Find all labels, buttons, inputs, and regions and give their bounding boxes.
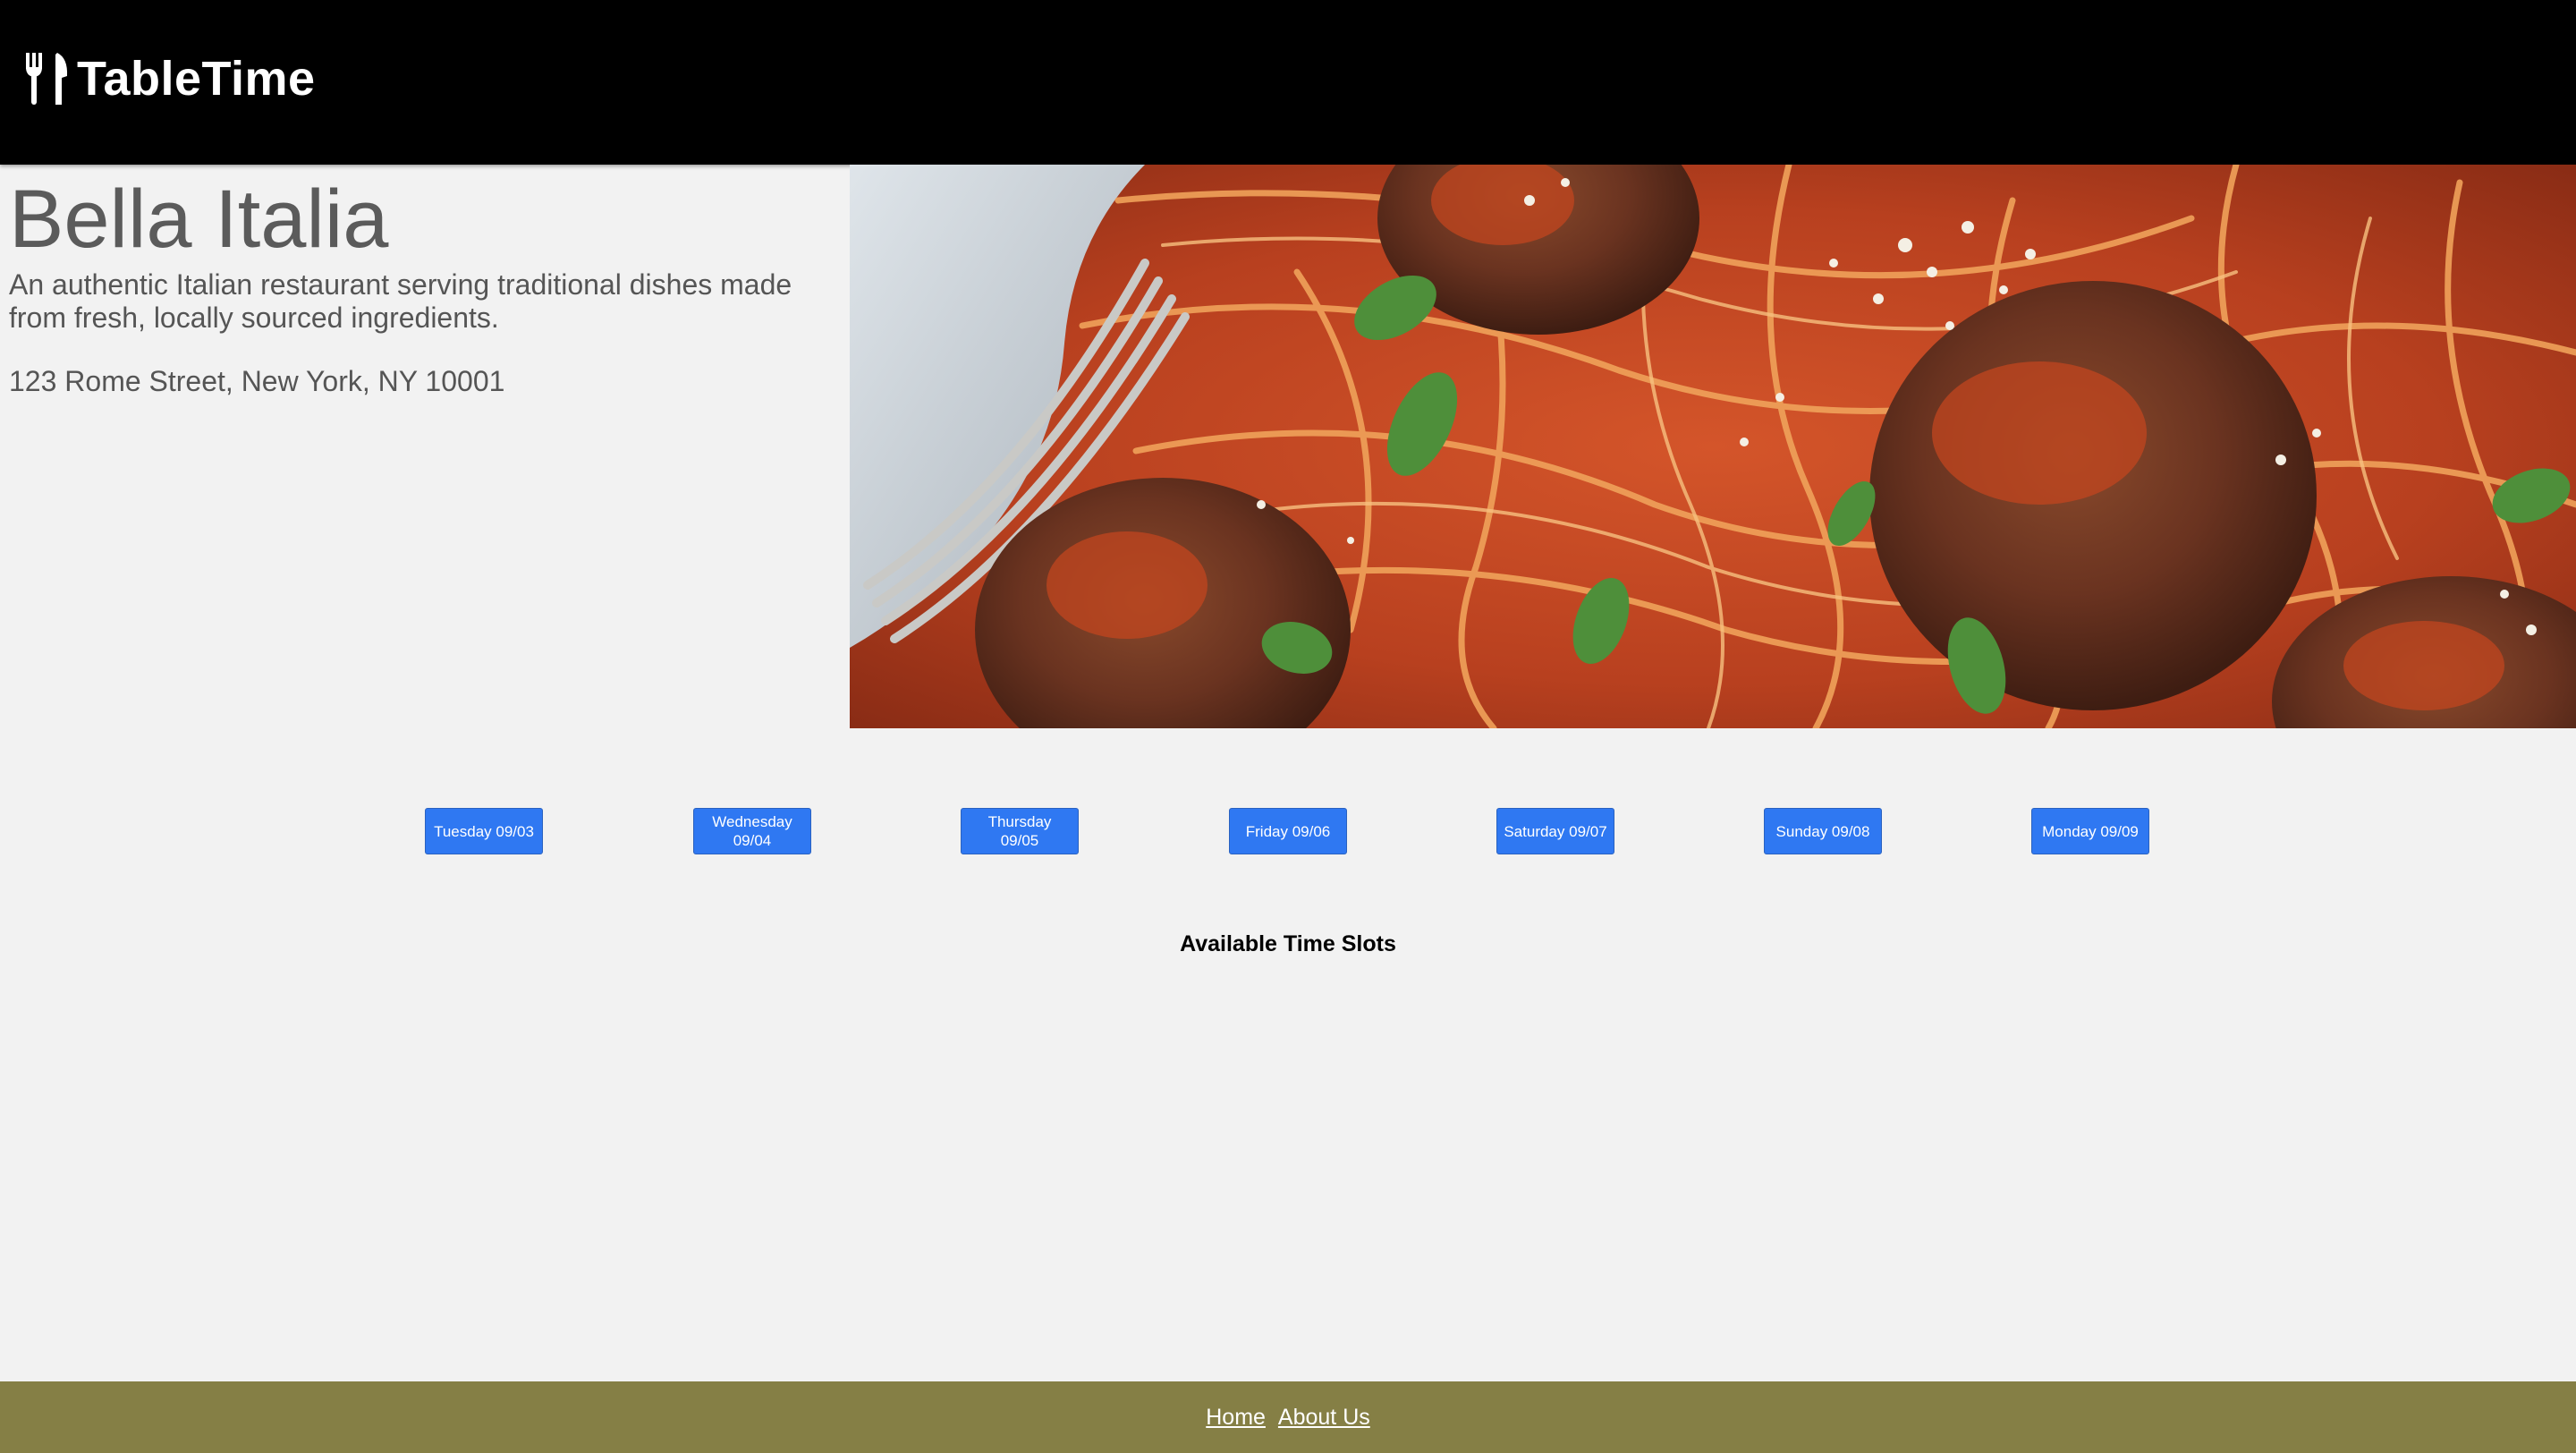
day-button-label: Thursday 09/05 [987, 813, 1052, 849]
day-button-thursday[interactable]: Thursday 09/05 [961, 808, 1079, 854]
footer-link-about-us[interactable]: About Us [1278, 1405, 1370, 1431]
fork-knife-icon [23, 53, 70, 105]
restaurant-info: Bella Italia An authentic Italian restau… [9, 170, 832, 399]
brand-logo-link[interactable]: TableTime [23, 50, 316, 107]
footer-link-home[interactable]: Home [1206, 1405, 1266, 1431]
restaurant-hero-image [850, 165, 2576, 728]
time-slots-heading: Available Time Slots [1180, 931, 1396, 956]
day-button-tuesday[interactable]: Tuesday 09/03 [425, 808, 543, 854]
restaurant-name: Bella Italia [9, 174, 389, 265]
site-footer: Home About Us [0, 1381, 2576, 1453]
restaurant-description: An authentic Italian restaurant serving … [9, 268, 792, 334]
day-button-label: Saturday 09/07 [1504, 822, 1607, 840]
restaurant-address: 123 Rome Street, New York, NY 10001 [9, 365, 505, 397]
day-button-label: Wednesday 09/04 [712, 813, 792, 849]
day-button-label: Sunday 09/08 [1775, 822, 1870, 840]
day-button-label: Friday 09/06 [1245, 822, 1331, 840]
day-button-saturday[interactable]: Saturday 09/07 [1496, 808, 1614, 854]
day-button-label: Tuesday 09/03 [434, 822, 534, 840]
site-header: TableTime [0, 0, 2576, 165]
day-button-label: Monday 09/09 [2042, 822, 2139, 840]
day-button-sunday[interactable]: Sunday 09/08 [1764, 808, 1882, 854]
day-button-wednesday[interactable]: Wednesday 09/04 [693, 808, 811, 854]
day-button-friday[interactable]: Friday 09/06 [1229, 808, 1347, 854]
brand-name: TableTime [77, 52, 316, 106]
day-button-monday[interactable]: Monday 09/09 [2031, 808, 2149, 854]
